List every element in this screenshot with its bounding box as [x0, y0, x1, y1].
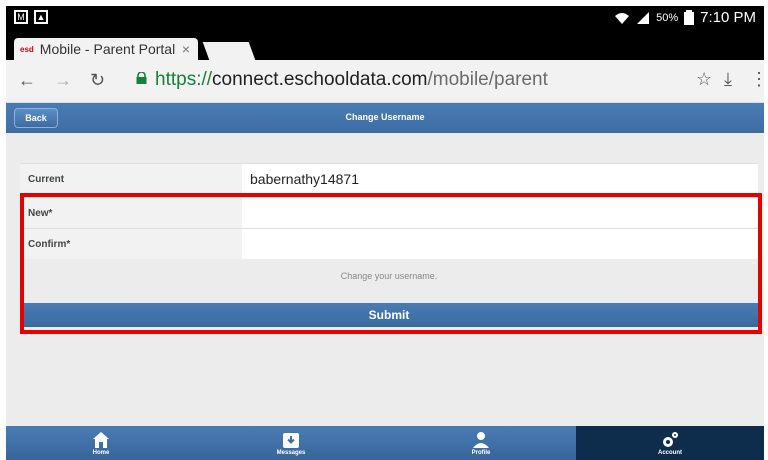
tab-strip: esd Mobile - Parent Portal × — [6, 32, 764, 60]
gear-icon — [663, 431, 678, 447]
nav-label: Profile — [471, 449, 491, 456]
nav-item-profile[interactable]: Profile — [386, 426, 576, 460]
url-host: connect.eschooldata.com — [212, 69, 428, 90]
current-label: Current — [20, 164, 242, 194]
lock-icon — [136, 72, 147, 84]
clock: 7:10 PM — [700, 9, 756, 26]
url-path: /mobile/parent — [427, 69, 548, 90]
page-header: Back Change Username — [6, 103, 764, 133]
inbox-icon — [283, 432, 299, 448]
address-bar: ← → ↻ https://connect.eschooldata.com/mo… — [6, 60, 768, 103]
nav-label: Messages — [276, 449, 306, 456]
tab-parent-portal[interactable]: esd Mobile - Parent Portal × — [14, 38, 198, 60]
url-scheme: https:// — [155, 69, 213, 90]
user-icon — [473, 431, 489, 448]
nav-item-home[interactable]: Home — [6, 426, 196, 460]
nav-label: Home — [92, 449, 110, 456]
tab-title: Mobile - Parent Portal — [39, 41, 176, 57]
battery-icon — [684, 10, 695, 25]
forward-arrow-icon[interactable]: → — [54, 70, 72, 91]
highlight-box — [20, 193, 762, 334]
main-content: Current babernathy14871 New* Confirm* Ch… — [6, 133, 764, 426]
nav-item-account[interactable]: Account — [576, 426, 764, 460]
new-tab-button[interactable] — [202, 42, 256, 60]
nav-item-messages[interactable]: Messages — [196, 426, 386, 460]
esd-favicon-icon: esd — [20, 44, 34, 54]
bottom-nav: Home Messages Profile Account — [6, 426, 764, 460]
image-notification-icon: ▲ — [34, 10, 48, 24]
home-icon — [93, 431, 109, 448]
browser-window: M ▲ 50% 7:10 PM esd Mobile - Parent Port… — [0, 0, 768, 460]
wifi-icon — [615, 12, 630, 24]
back-arrow-icon[interactable]: ← — [18, 70, 36, 91]
bookmark-star-icon[interactable]: ☆ — [696, 69, 712, 90]
gmail-notification-icon: M — [14, 10, 28, 24]
system-indicators: 50% 7:10 PM — [614, 9, 756, 26]
tab-close-icon[interactable]: × — [182, 41, 190, 57]
nav-label: Account — [658, 449, 682, 456]
current-username-row: Current babernathy14871 — [20, 163, 758, 194]
signal-icon — [637, 11, 650, 24]
download-icon[interactable]: ⤓ — [724, 69, 732, 90]
reload-icon[interactable]: ↻ — [90, 70, 105, 91]
current-username-value: babernathy14871 — [242, 164, 758, 194]
url-field[interactable]: https://connect.eschooldata.com/mobile/p… — [155, 69, 548, 91]
page-title: Change Username — [345, 112, 425, 122]
notification-icons: M ▲ — [14, 10, 48, 24]
android-status-bar: M ▲ 50% 7:10 PM — [6, 6, 764, 32]
battery-percent: 50% — [656, 11, 679, 24]
overflow-menu-icon[interactable]: ⋮ — [750, 69, 768, 90]
